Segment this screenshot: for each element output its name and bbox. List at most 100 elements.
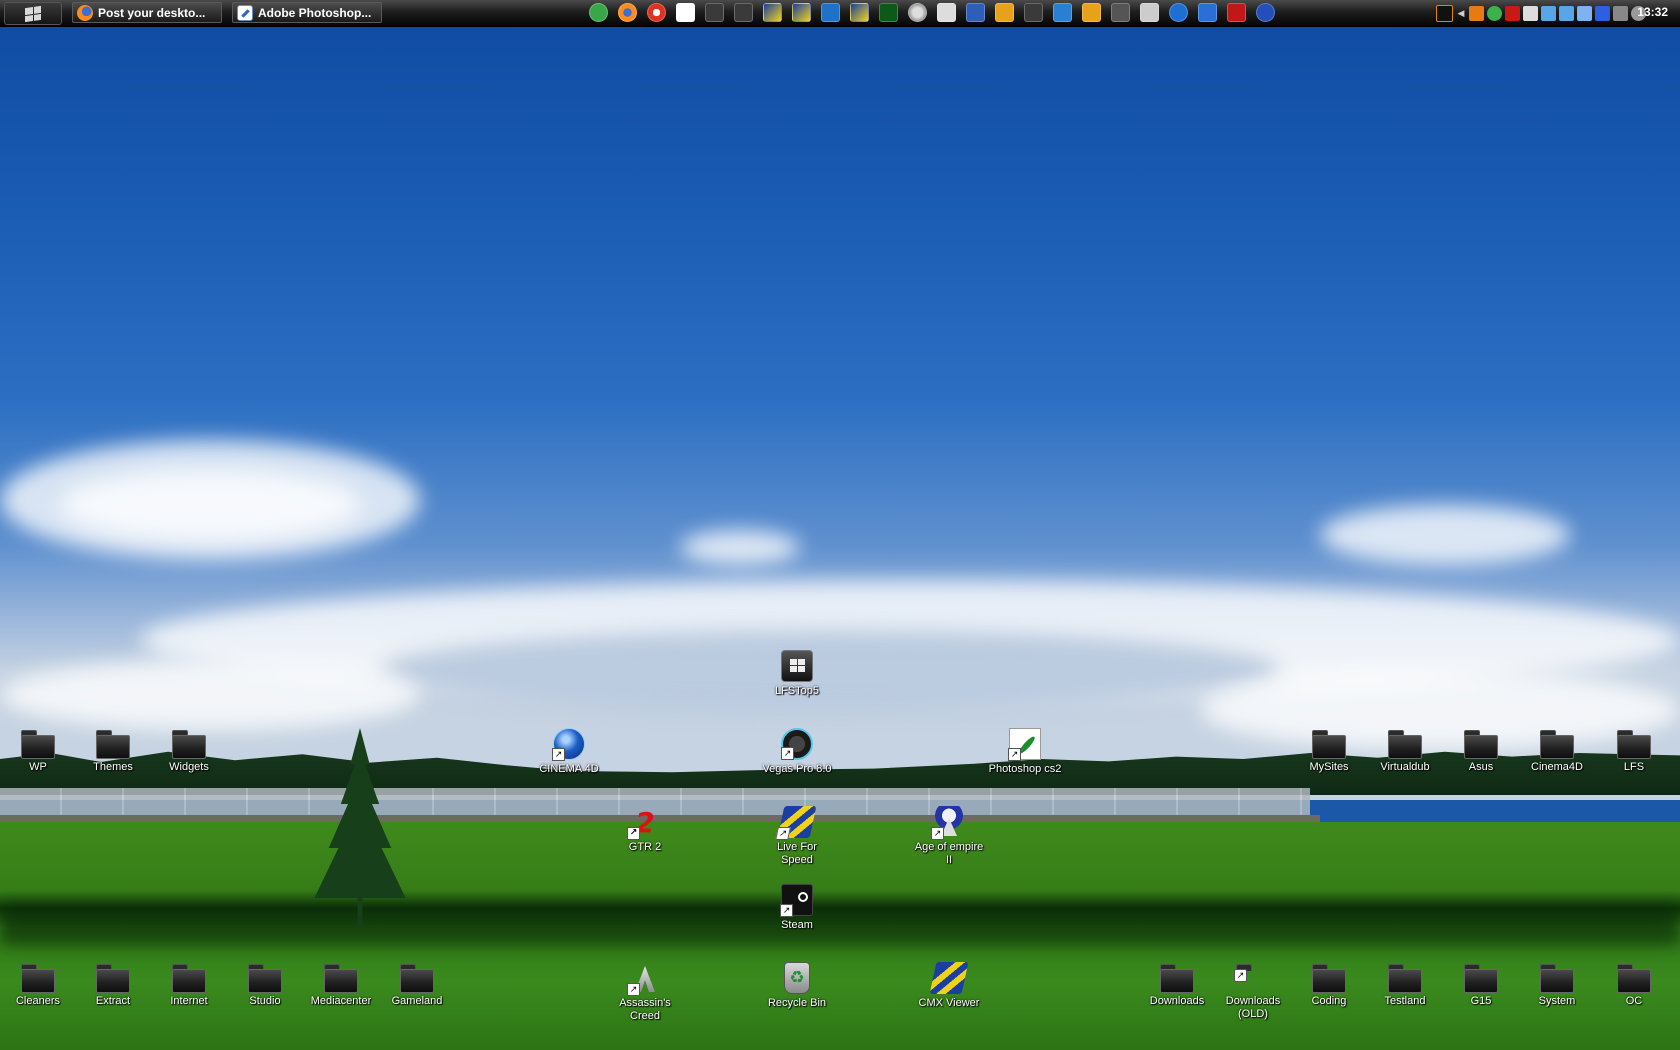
folder-icon — [1312, 964, 1346, 993]
live-for-speed-icon[interactable] — [763, 3, 782, 22]
b5-icon[interactable] — [966, 3, 985, 22]
globe-icon[interactable] — [1256, 3, 1275, 22]
desktop-icon-wp[interactable]: WP — [0, 728, 76, 774]
desktop-icon-gtr2[interactable]: 2 GTR 2 — [607, 806, 683, 854]
app-icon[interactable] — [821, 3, 840, 22]
desktop-icon-system[interactable]: System — [1519, 962, 1595, 1008]
utorrent-icon[interactable] — [589, 3, 608, 22]
desktop-icon-internet[interactable]: Internet — [151, 962, 227, 1008]
settings-icon[interactable] — [908, 3, 927, 22]
desktop-icon-cinema-4d[interactable]: CINEMA 4D — [531, 728, 607, 776]
folder-icon — [1388, 964, 1422, 993]
desktop-icon-label: Cleaners — [15, 995, 61, 1007]
desktop-icon-coding[interactable]: Coding — [1291, 962, 1367, 1008]
desktop-icon-recycle-bin[interactable]: Recycle Bin — [759, 962, 835, 1010]
cinema-4d-icon — [552, 728, 585, 761]
desktop-icon-label: CMX Viewer — [918, 997, 980, 1009]
ie-icon[interactable] — [1198, 3, 1217, 22]
folder-icon — [324, 964, 358, 993]
desktop-icon-steam[interactable]: Steam — [759, 884, 835, 932]
taskbar-button-photoshop[interactable]: Adobe Photoshop... — [232, 2, 382, 23]
application-icon — [781, 650, 813, 682]
record-icon[interactable] — [1227, 3, 1246, 22]
photoshop-icon — [237, 4, 253, 21]
desktop-icon-mysites[interactable]: MySites — [1291, 728, 1367, 774]
age-of-empire-icon — [931, 806, 965, 840]
desktop-icon-downloads[interactable]: Downloads — [1139, 962, 1215, 1008]
assassins-creed-icon — [627, 962, 661, 996]
folder-icon[interactable] — [705, 3, 724, 22]
ati-icon[interactable] — [1505, 5, 1520, 21]
desktop-icon-cmx-viewer[interactable]: CMX Viewer — [911, 962, 987, 1010]
winamp-icon[interactable] — [1082, 3, 1101, 22]
desktop-icon-g15[interactable]: G15 — [1443, 962, 1519, 1008]
desktop-icon-label: Downloads — [1149, 995, 1205, 1007]
gpu-z-icon[interactable] — [879, 3, 898, 22]
taskbar-clock[interactable]: 13:32 — [1637, 5, 1668, 19]
desktop-icon-downloads-old[interactable]: Downloads (OLD) — [1215, 962, 1291, 1021]
live-for-speed-icon[interactable] — [792, 3, 811, 22]
folder-icon[interactable] — [734, 3, 753, 22]
wifi-icon[interactable] — [1613, 5, 1628, 21]
taskbar: Post your deskto... Adobe Photoshop... ◀ — [0, 0, 1680, 27]
photoshop-icon — [1008, 728, 1041, 761]
fraps-icon[interactable] — [1436, 4, 1453, 22]
desktop-icon-label: G15 — [1470, 995, 1492, 1007]
desktop-icon-vegas-pro[interactable]: Vegas Pro 8.0 — [759, 728, 835, 776]
lfs-tool-icon[interactable] — [850, 3, 869, 22]
desktop-icon-oc[interactable]: OC — [1596, 962, 1672, 1008]
folder-icon — [1464, 964, 1498, 993]
desktop-icon-assassins-creed[interactable]: Assassin's Creed — [607, 962, 683, 1023]
desktop-icon-label: Cinema4D — [1531, 761, 1583, 773]
desktop-icon-label: Assassin's Creed — [619, 997, 671, 1022]
network-icon[interactable] — [1559, 5, 1574, 21]
desktop-icon-lfstop5[interactable]: LFSTop5 — [759, 650, 835, 698]
desktop-icon-label: Recycle Bin — [767, 997, 827, 1009]
monitor-icon[interactable] — [1053, 3, 1072, 22]
folder-icon — [96, 730, 130, 759]
desktop-icon-photoshop[interactable]: Photoshop cs2 — [987, 728, 1063, 776]
folder-icon — [248, 964, 282, 993]
folder-icon — [1540, 730, 1574, 759]
desktop-icon-widgets[interactable]: Widgets — [151, 728, 227, 774]
desktop-icon-testland[interactable]: Testland — [1367, 962, 1443, 1008]
desktop-icon-cinema4d-folder[interactable]: Cinema4D — [1519, 728, 1595, 774]
messenger-icon[interactable] — [1487, 5, 1502, 21]
desktop-wallpaper — [0, 0, 1680, 1050]
desktop-icon-studio[interactable]: Studio — [227, 962, 303, 1008]
display-icon[interactable] — [1577, 5, 1592, 21]
tool-icon[interactable] — [1523, 5, 1538, 21]
age-of-empire-icon[interactable] — [1140, 3, 1159, 22]
desktop-icon-virtualdub[interactable]: Virtualdub — [1367, 728, 1443, 774]
desktop-icon-themes[interactable]: Themes — [75, 728, 151, 774]
network-icon[interactable] — [1541, 5, 1556, 21]
desktop-icon-gameland[interactable]: Gameland — [379, 962, 455, 1008]
filter-icon[interactable] — [1595, 5, 1610, 21]
tray-expand-icon[interactable]: ◀ — [1456, 8, 1466, 19]
desktop-icon-label: OC — [1625, 995, 1643, 1007]
desktop-icon-lfs[interactable]: LFS — [1596, 728, 1672, 774]
desktop-icon-cleaners[interactable]: Cleaners — [0, 962, 76, 1008]
winamp-icon[interactable] — [995, 3, 1014, 22]
folder-icon[interactable] — [1024, 3, 1043, 22]
taskbar-button-firefox[interactable]: Post your deskto... — [72, 2, 222, 23]
lightning-icon[interactable] — [1469, 5, 1484, 21]
desktop-icon-label: Photoshop cs2 — [988, 763, 1062, 775]
desktop-icon-mediacenter[interactable]: Mediacenter — [303, 962, 379, 1008]
firefox-icon[interactable] — [618, 3, 637, 22]
photoshop-icon[interactable] — [676, 3, 695, 22]
desktop-icon-extract[interactable]: Extract — [75, 962, 151, 1008]
windows-logo-icon — [25, 5, 41, 22]
user-icon[interactable] — [937, 3, 956, 22]
search-icon[interactable] — [1169, 3, 1188, 22]
desktop-icon-label: Downloads (OLD) — [1225, 995, 1281, 1020]
windows-icon[interactable] — [1111, 3, 1130, 22]
start-button[interactable] — [4, 2, 62, 25]
desktop-icon-live-for-speed[interactable]: Live For Speed — [759, 806, 835, 867]
desktop-icon-label: Themes — [93, 761, 133, 773]
desktop-icon-asus[interactable]: Asus — [1443, 728, 1519, 774]
desktop-icon-age-of-empire[interactable]: Age of empire II — [911, 806, 987, 867]
opera-icon[interactable] — [647, 3, 666, 22]
desktop-icon-label: LFSTop5 — [774, 685, 820, 697]
folder-icon — [1312, 730, 1346, 759]
